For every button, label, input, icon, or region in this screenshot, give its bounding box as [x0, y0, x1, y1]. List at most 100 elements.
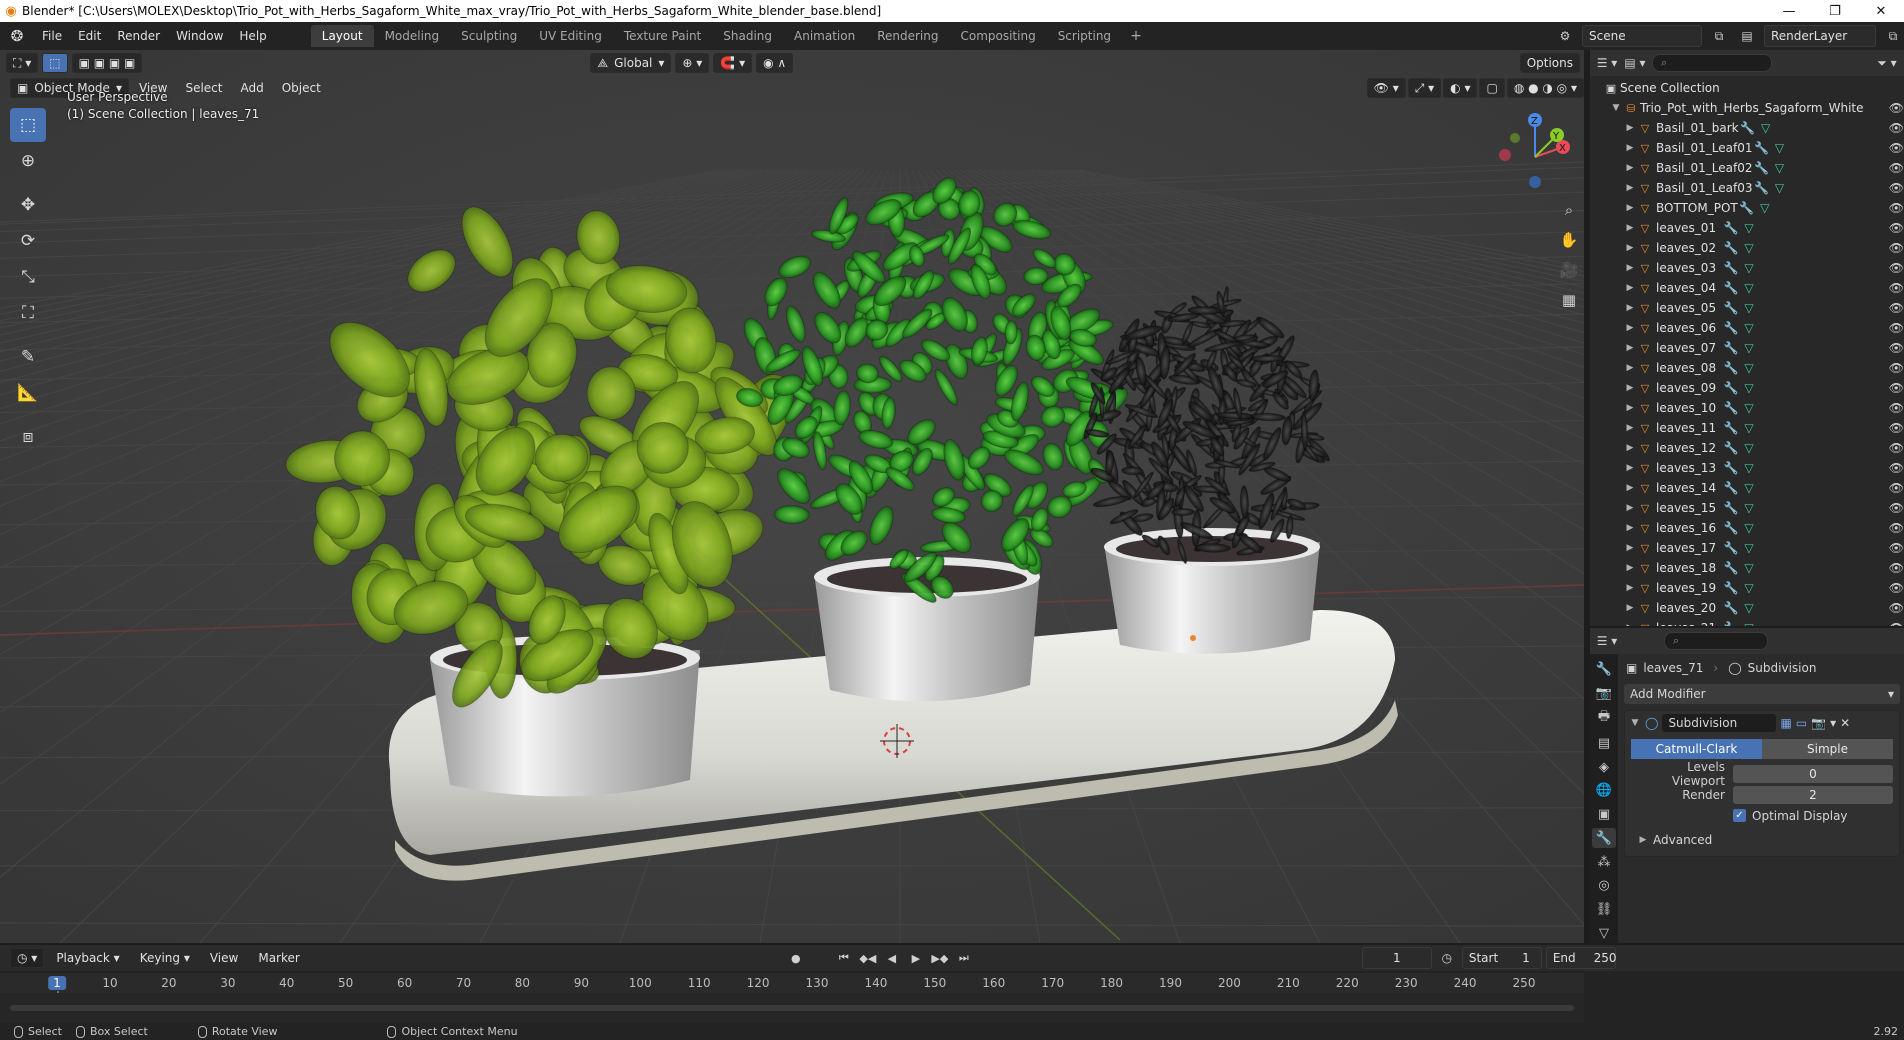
outliner-item[interactable]: ▶ ▽ leaves_13 🔧 ▽ 👁	[1590, 458, 1904, 478]
render-toggle-icon[interactable]: 📷	[1811, 716, 1826, 730]
mesh-data-icon[interactable]: ▽	[1740, 501, 1758, 515]
eye-icon[interactable]: 👁	[1889, 181, 1904, 195]
menu-window[interactable]: Window	[168, 25, 231, 47]
outliner-item[interactable]: ▶ ▽ leaves_09 🔧 ▽ 👁	[1590, 378, 1904, 398]
outliner-editor-icon[interactable]: ☰ ▾	[1596, 52, 1618, 74]
eye-icon[interactable]: 👁	[1889, 101, 1904, 115]
move-tool-icon[interactable]: ✥	[10, 188, 46, 222]
mesh-data-icon[interactable]: ▽	[1740, 421, 1758, 435]
tab-modeling[interactable]: Modeling	[374, 25, 451, 47]
menu-object[interactable]: Object	[274, 81, 329, 95]
scene-tab-icon[interactable]: ◈	[1592, 757, 1616, 777]
select-box-modes[interactable]: ▣ ▣ ▣ ▣	[71, 53, 143, 73]
modifier-icon[interactable]: 🔧	[1722, 601, 1740, 615]
select-tool-icon[interactable]: ⬚	[10, 108, 46, 142]
new-layer-icon[interactable]: ⧉	[1882, 25, 1904, 47]
play-icon[interactable]: ▶	[906, 948, 926, 968]
collapse-icon[interactable]: ▼	[1629, 718, 1641, 728]
properties-editor-icon[interactable]: ☰ ▾	[1596, 630, 1618, 652]
jump-start-icon[interactable]: ⏮	[834, 948, 854, 968]
modifier-icon[interactable]: 🔧	[1722, 401, 1740, 415]
modifier-icon[interactable]: 🔧	[1722, 281, 1740, 295]
outliner-item[interactable]: ▶ ▽ leaves_07 🔧 ▽ 👁	[1590, 338, 1904, 358]
eye-icon[interactable]: 👁	[1889, 301, 1904, 315]
modifier-icon[interactable]: 🔧	[1722, 521, 1740, 535]
outliner-item[interactable]: ▶▽leaves_21🔧▽👁	[1590, 618, 1904, 626]
expand-icon[interactable]: ▶	[1624, 383, 1636, 393]
expand-icon[interactable]: ▶	[1624, 283, 1636, 293]
filter-icon[interactable]: ⏷ ▾	[1876, 52, 1898, 74]
outliner-item[interactable]: ▶ ▽ leaves_12 🔧 ▽ 👁	[1590, 438, 1904, 458]
view-layer-tab-icon[interactable]: ▤	[1592, 733, 1616, 753]
modifier-icon[interactable]: 🔧	[1722, 261, 1740, 275]
expand-icon[interactable]: ▶	[1624, 143, 1636, 153]
maximize-button[interactable]: ❐	[1812, 0, 1858, 22]
outliner-item[interactable]: ▶ ▽ leaves_08 🔧 ▽ 👁	[1590, 358, 1904, 378]
jump-keyframe-forward-icon[interactable]: ▶◆	[930, 948, 950, 968]
mesh-data-icon[interactable]: ▽	[1740, 461, 1758, 475]
expand-icon[interactable]: ▶	[1624, 543, 1636, 553]
play-reverse-icon[interactable]: ◀	[882, 948, 902, 968]
mesh-data-icon[interactable]: ▽	[1740, 441, 1758, 455]
modifier-icon[interactable]: 🔧	[1722, 621, 1740, 626]
expand-icon[interactable]: ▶	[1624, 423, 1636, 433]
scene-icon[interactable]: ⚙	[1554, 25, 1576, 47]
eye-icon[interactable]: 👁	[1889, 441, 1904, 455]
ortho-toggle-icon[interactable]: ▦	[1554, 286, 1584, 314]
viewport-toggle-icon[interactable]: ▭	[1796, 716, 1807, 730]
mesh-data-icon[interactable]: ▽	[1740, 541, 1758, 555]
outliner-item[interactable]: ▶ ▽ leaves_04 🔧 ▽ 👁	[1590, 278, 1904, 298]
expand-icon[interactable]: ▶	[1624, 563, 1636, 573]
expand-icon[interactable]: ▶	[1624, 583, 1636, 593]
expand-icon[interactable]: ▶	[1624, 483, 1636, 493]
outliner-item[interactable]: ▶ ▽ leaves_01 🔧 ▽ 👁	[1590, 218, 1904, 238]
menu-timeline-view[interactable]: View	[202, 951, 246, 965]
render-levels-input[interactable]: 2	[1733, 785, 1893, 804]
particles-tab-icon[interactable]: ⁂	[1592, 852, 1616, 872]
tab-uv-editing[interactable]: UV Editing	[528, 25, 613, 47]
close-button[interactable]: ✕	[1858, 0, 1904, 22]
eye-icon[interactable]: 👁	[1889, 361, 1904, 375]
modifier-icon[interactable]: 🔧	[1722, 341, 1740, 355]
expand-icon[interactable]: ▶	[1624, 243, 1636, 253]
expand-icon[interactable]: ▶	[1624, 443, 1636, 453]
cursor-tool-icon[interactable]: ⊕	[10, 144, 46, 178]
scene-collection-row[interactable]: ▣ Scene Collection	[1590, 78, 1904, 98]
modifier-icon[interactable]: 🔧	[1722, 441, 1740, 455]
eye-icon[interactable]: 👁	[1889, 381, 1904, 395]
modifier-icon[interactable]: 🔧	[1738, 201, 1756, 215]
zoom-icon[interactable]: ⌕	[1554, 196, 1584, 224]
rotate-tool-icon[interactable]: ⟳	[10, 224, 46, 258]
menu-render[interactable]: Render	[109, 25, 168, 47]
render-layer-field[interactable]: RenderLayer	[1764, 25, 1876, 47]
camera-view-icon[interactable]: 🎥	[1554, 256, 1584, 284]
catmull-clark-button[interactable]: Catmull-Clark	[1631, 739, 1762, 759]
modifier-name-field[interactable]: Subdivision	[1662, 714, 1777, 732]
expand-icon[interactable]: ▶	[1624, 303, 1636, 313]
modifier-tab-icon[interactable]: 🔧	[1592, 828, 1616, 849]
proportional-edit-icon[interactable]: ◉ ∧	[756, 53, 794, 73]
menu-edit[interactable]: Edit	[70, 25, 109, 47]
eye-icon[interactable]: 👁	[1889, 521, 1904, 535]
jump-end-icon[interactable]: ⏭	[954, 948, 974, 968]
levels-viewport-input[interactable]: 0	[1733, 764, 1893, 783]
expand-icon[interactable]: ▶	[1624, 503, 1636, 513]
eye-icon[interactable]: 👁	[1889, 201, 1904, 215]
minimize-button[interactable]: —	[1766, 0, 1812, 22]
viewport-scene[interactable]: Z X Y	[0, 50, 1584, 943]
3d-viewport[interactable]: Z X Y ⛶ ▾ ⬚ ▣ ▣ ▣ ▣ ⟁ Global ▾ ⊕ ▾ 🧲 ▾ ◉ …	[0, 50, 1584, 943]
add-workspace-button[interactable]: +	[1122, 28, 1150, 44]
outliner-item[interactable]: ▶ ▽ leaves_19 🔧 ▽ 👁	[1590, 578, 1904, 598]
modifier-icon[interactable]: 🔧	[1722, 221, 1740, 235]
modifier-icon[interactable]: 🔧	[1722, 581, 1740, 595]
mesh-data-icon[interactable]: ▽	[1740, 261, 1758, 275]
collection-row[interactable]: ▼ ⛁ Trio_Pot_with_Herbs_Sagaform_White 👁	[1590, 98, 1904, 118]
mesh-data-icon[interactable]: ▽	[1740, 241, 1758, 255]
eye-icon[interactable]: 👁	[1889, 561, 1904, 575]
object-tab-icon[interactable]: ▣	[1592, 805, 1616, 825]
eye-icon[interactable]: 👁	[1889, 541, 1904, 555]
eye-icon[interactable]: 👁	[1889, 581, 1904, 595]
mesh-data-icon[interactable]: ▽	[1740, 401, 1758, 415]
annotate-tool-icon[interactable]: ✎	[10, 340, 46, 374]
mesh-data-icon[interactable]: ▽	[1740, 621, 1758, 626]
